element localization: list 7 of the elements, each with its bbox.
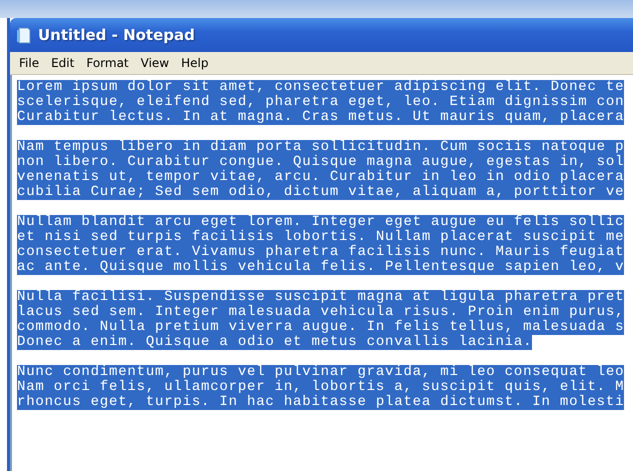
menu-item[interactable]: File	[14, 54, 44, 72]
menu-item[interactable]: View	[136, 54, 174, 72]
window-title: Untitled - Notepad	[38, 26, 195, 44]
menu-item[interactable]: Help	[176, 54, 214, 72]
menu-item[interactable]: Edit	[46, 54, 80, 72]
menu-item[interactable]: Format	[81, 54, 134, 72]
notepad-icon	[16, 26, 32, 44]
